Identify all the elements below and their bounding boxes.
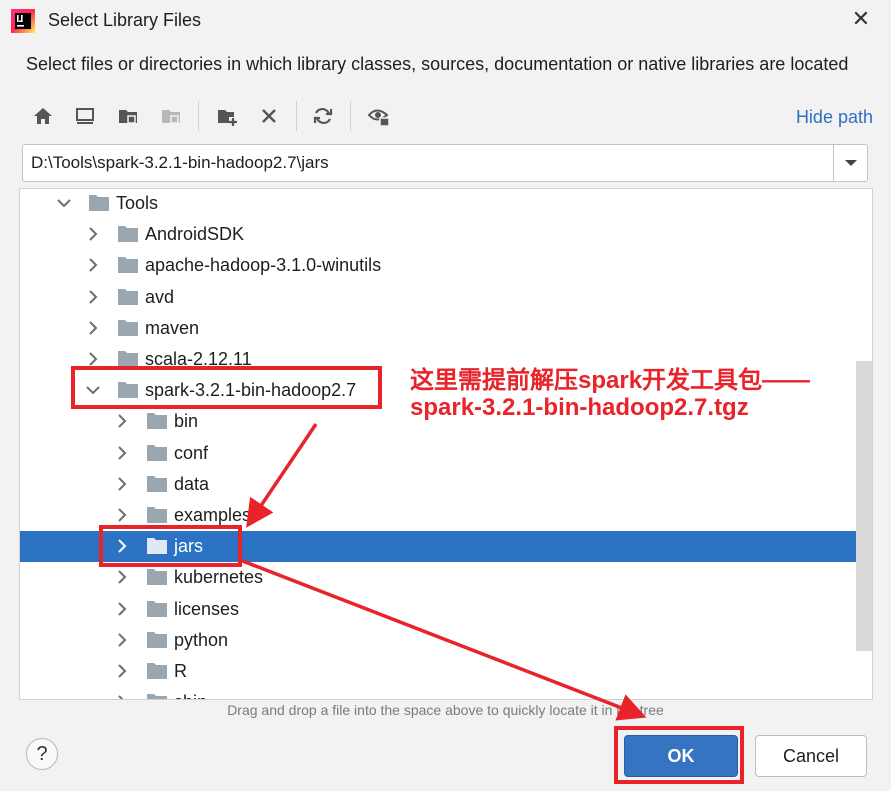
chevron-right-icon[interactable] bbox=[112, 629, 132, 651]
chevron-down-icon[interactable] bbox=[83, 379, 103, 401]
new-folder-icon[interactable] bbox=[212, 101, 242, 131]
chevron-right-icon[interactable] bbox=[112, 504, 132, 526]
help-button[interactable]: ? bbox=[26, 738, 58, 770]
tree-item-label: AndroidSDK bbox=[145, 224, 245, 245]
folder-icon bbox=[146, 505, 168, 525]
tree-item-label: spark-3.2.1-bin-hadoop2.7 bbox=[145, 380, 357, 401]
chevron-down-icon[interactable] bbox=[833, 145, 867, 181]
home-icon[interactable] bbox=[28, 101, 58, 131]
chevron-right-icon[interactable] bbox=[112, 660, 132, 682]
tree-row[interactable]: licenses bbox=[20, 594, 872, 625]
delete-icon[interactable] bbox=[254, 101, 284, 131]
chevron-right-icon[interactable] bbox=[83, 254, 103, 276]
tree-row[interactable]: Tools bbox=[20, 189, 872, 219]
tree-item-label: avd bbox=[145, 286, 175, 307]
folder-icon bbox=[117, 349, 139, 369]
ok-button[interactable]: OK bbox=[624, 735, 738, 777]
tree-item-label: sbin bbox=[174, 692, 207, 699]
tree-item-label: python bbox=[174, 629, 229, 650]
folder-icon bbox=[146, 630, 168, 650]
show-hidden-icon[interactable] bbox=[364, 101, 394, 131]
tree-item-label: maven bbox=[145, 317, 200, 338]
intellij-logo-icon bbox=[11, 9, 35, 33]
folder-icon bbox=[117, 255, 139, 275]
tree-row[interactable]: examples bbox=[20, 500, 872, 531]
tree-row[interactable]: conf bbox=[20, 438, 872, 469]
folder-icon bbox=[146, 692, 168, 699]
dialog-title: Select Library Files bbox=[48, 10, 202, 30]
tree-item-label: jars bbox=[174, 536, 204, 557]
chevron-right-icon[interactable] bbox=[83, 317, 103, 339]
folder-icon bbox=[117, 380, 139, 400]
folder-icon bbox=[146, 474, 168, 494]
tree-item-label: scala-2.12.11 bbox=[145, 349, 252, 369]
folder-icon bbox=[146, 411, 168, 431]
tree-row[interactable]: sbin bbox=[20, 687, 872, 699]
tree-row[interactable]: python bbox=[20, 625, 872, 656]
chevron-right-icon[interactable] bbox=[83, 348, 103, 370]
folder-icon bbox=[146, 536, 168, 556]
chevron-right-icon[interactable] bbox=[112, 410, 132, 432]
chevron-right-icon[interactable] bbox=[112, 442, 132, 464]
annotation-text-line2: spark-3.2.1-bin-hadoop2.7.tgz bbox=[410, 394, 749, 421]
toolbar-separator bbox=[296, 101, 297, 131]
chevron-right-icon[interactable] bbox=[112, 691, 132, 699]
tree-item-label: Tools bbox=[116, 193, 159, 213]
close-icon[interactable]: ✕ bbox=[849, 7, 873, 31]
refresh-icon[interactable] bbox=[308, 101, 338, 131]
project-folder-icon[interactable] bbox=[113, 101, 143, 131]
tree-scrollbar[interactable] bbox=[856, 361, 872, 651]
toolbar-separator bbox=[350, 101, 351, 131]
cancel-button[interactable]: Cancel bbox=[755, 735, 867, 777]
path-input[interactable] bbox=[31, 145, 831, 181]
tree-item-label: R bbox=[174, 661, 187, 681]
path-combobox[interactable] bbox=[22, 144, 868, 182]
hide-path-link[interactable]: Hide path bbox=[796, 107, 873, 128]
chevron-right-icon[interactable] bbox=[83, 223, 103, 245]
folder-icon bbox=[146, 661, 168, 681]
chevron-right-icon[interactable] bbox=[112, 473, 132, 495]
tree-item-label: bin bbox=[174, 411, 199, 432]
annotation-text-line1: 这里需提前解压spark开发工具包—— bbox=[410, 367, 811, 394]
title-bar: Select Library Files ✕ bbox=[0, 0, 891, 42]
folder-icon bbox=[146, 599, 168, 619]
module-folder-icon[interactable] bbox=[156, 101, 186, 131]
tree-item-label: apache-hadoop-3.1.0-winutils bbox=[145, 255, 382, 276]
tree-item-label: kubernetes bbox=[174, 567, 264, 588]
tree-row[interactable]: avd bbox=[20, 282, 872, 313]
chevron-right-icon[interactable] bbox=[112, 535, 132, 557]
folder-icon bbox=[146, 443, 168, 463]
tree-item-label: conf bbox=[174, 442, 209, 463]
folder-icon bbox=[146, 567, 168, 587]
tree-row[interactable]: R bbox=[20, 656, 872, 687]
tree-row[interactable]: kubernetes bbox=[20, 562, 872, 593]
file-tree[interactable]: Tools AndroidSDK apache-hadoop-3.1.0-winut… bbox=[19, 188, 873, 700]
tree-row[interactable]: maven bbox=[20, 313, 872, 344]
tree-row[interactable]: jars bbox=[20, 531, 872, 563]
tree-item-label: licenses bbox=[174, 598, 240, 619]
file-chooser-toolbar: Hide path bbox=[20, 95, 875, 139]
folder-icon bbox=[117, 224, 139, 244]
toolbar-separator bbox=[198, 101, 199, 131]
tree-item-label: examples bbox=[174, 505, 252, 525]
desktop-icon[interactable] bbox=[70, 101, 100, 131]
chevron-right-icon[interactable] bbox=[112, 566, 132, 588]
chevron-down-icon[interactable] bbox=[54, 192, 74, 214]
chevron-right-icon[interactable] bbox=[83, 286, 103, 308]
chevron-right-icon[interactable] bbox=[112, 598, 132, 620]
folder-icon bbox=[117, 287, 139, 307]
tree-row[interactable]: AndroidSDK bbox=[20, 219, 872, 250]
folder-icon bbox=[88, 193, 110, 213]
folder-icon bbox=[117, 318, 139, 338]
tree-row[interactable]: apache-hadoop-3.1.0-winutils bbox=[20, 250, 872, 281]
tree-item-label: data bbox=[174, 473, 210, 494]
tree-row[interactable]: data bbox=[20, 469, 872, 500]
drag-drop-hint: Drag and drop a file into the space abov… bbox=[227, 702, 664, 718]
dialog-description: Select files or directories in which lib… bbox=[26, 54, 849, 74]
